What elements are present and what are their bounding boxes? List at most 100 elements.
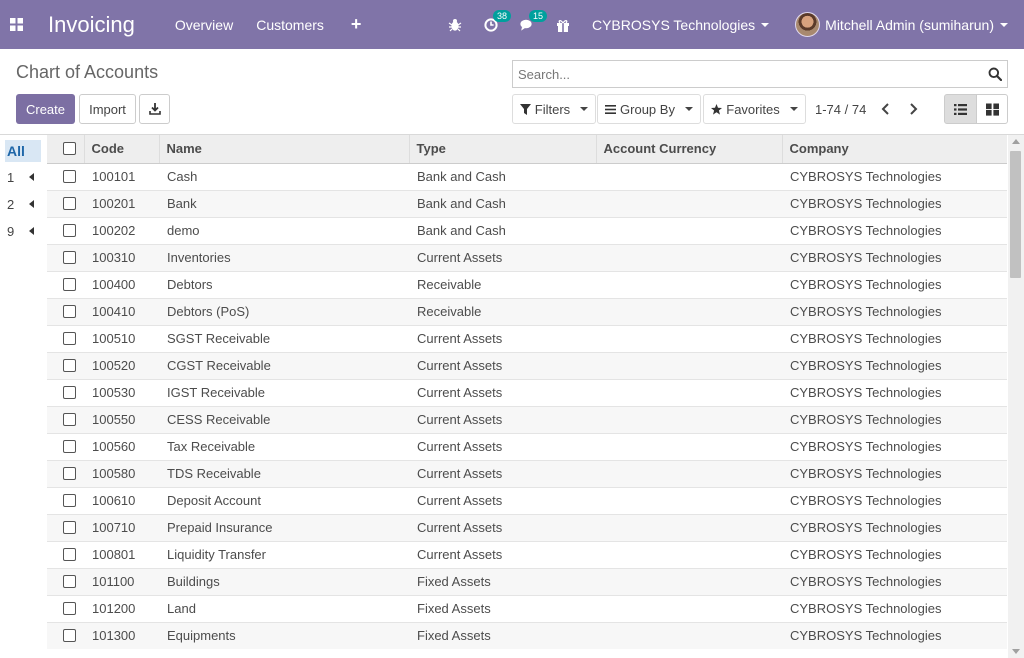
table-row[interactable]: 100610 Deposit Account Current Assets CYBRO… — [47, 486, 1007, 514]
row-checkbox[interactable] — [63, 386, 76, 399]
pager-previous-button[interactable] — [876, 99, 894, 119]
row-checkbox[interactable] — [63, 224, 76, 237]
column-header-account-currency[interactable]: Account Currency — [595, 135, 782, 164]
row-select-cell[interactable] — [47, 540, 84, 568]
menu-customers[interactable]: Customers — [256, 17, 324, 33]
row-select-cell[interactable] — [47, 189, 84, 217]
row-select-cell[interactable] — [47, 162, 84, 190]
scroll-down-arrow-icon[interactable] — [1012, 649, 1020, 654]
menu-overview[interactable]: Overview — [175, 17, 233, 33]
row-select-cell[interactable] — [47, 270, 84, 298]
row-select-cell[interactable] — [47, 216, 84, 244]
table-row[interactable]: 100520 CGST Receivable Current Assets CYBRO… — [47, 351, 1007, 379]
row-checkbox[interactable] — [63, 494, 76, 507]
table-row[interactable]: 100201 Bank Bank and Cash CYBROSYS Technolo… — [47, 189, 1007, 217]
import-button[interactable]: Import — [79, 94, 136, 124]
row-select-cell[interactable] — [47, 486, 84, 514]
kanban-view-button[interactable] — [976, 94, 1008, 124]
table-row[interactable]: 100580 TDS Receivable Current Assets CYBROS… — [47, 459, 1007, 487]
side-panel-group[interactable]: 9 — [7, 222, 35, 240]
row-select-cell[interactable] — [47, 621, 84, 649]
table-row[interactable]: 101300 Equipments Fixed Assets CYBROSYS Tec… — [47, 621, 1007, 649]
scrollbar[interactable] — [1008, 135, 1024, 658]
add-menu-plus-icon[interactable]: + — [351, 14, 362, 35]
cell-company: CYBROSYS Technologies — [782, 297, 1007, 325]
select-all-checkbox[interactable] — [63, 142, 76, 156]
filters-dropdown[interactable]: Filters — [512, 94, 596, 124]
gift-icon[interactable] — [556, 18, 570, 32]
row-select-cell[interactable] — [47, 297, 84, 325]
row-checkbox[interactable] — [63, 197, 76, 210]
table-row[interactable]: 100400 Debtors Receivable CYBROSYS Technolo… — [47, 270, 1007, 298]
row-select-cell[interactable] — [47, 243, 84, 271]
cell-account-currency — [596, 513, 782, 541]
row-checkbox[interactable] — [63, 251, 76, 264]
debug-bug-icon[interactable] — [448, 18, 462, 32]
table-row[interactable]: 100410 Debtors (PoS) Receivable CYBROSYS Te… — [47, 297, 1007, 325]
activity-clock-icon[interactable]: 38 — [484, 9, 511, 32]
pager-next-button[interactable] — [904, 99, 922, 119]
search-input[interactable] — [513, 66, 983, 82]
table-row[interactable]: 100202 demo Bank and Cash CYBROSYS Technolo… — [47, 216, 1007, 244]
column-header-code[interactable]: Code — [83, 135, 159, 164]
cell-code: 100202 — [84, 216, 159, 244]
table-row[interactable]: 100510 SGST Receivable Current Assets CYBRO… — [47, 324, 1007, 352]
column-header-company[interactable]: Company — [781, 135, 1007, 164]
side-panel-group[interactable]: 2 — [7, 195, 35, 213]
table-row[interactable]: 100310 Inventories Current Assets CYBROSYS … — [47, 243, 1007, 271]
column-header-name[interactable]: Name — [158, 135, 409, 164]
create-button[interactable]: Create — [16, 94, 75, 124]
messages-chat-icon[interactable]: 15 — [520, 9, 547, 32]
row-select-cell[interactable] — [47, 351, 84, 379]
scroll-up-arrow-icon[interactable] — [1012, 139, 1020, 144]
row-checkbox[interactable] — [63, 413, 76, 426]
row-select-cell[interactable] — [47, 513, 84, 541]
row-select-cell[interactable] — [47, 432, 84, 460]
app-name[interactable]: Invoicing — [48, 12, 135, 38]
company-switcher[interactable]: CYBROSYS Technologies — [592, 17, 770, 33]
cell-account-currency — [596, 594, 782, 622]
user-menu[interactable]: Mitchell Admin (sumiharun) — [795, 12, 1008, 37]
row-checkbox[interactable] — [63, 467, 76, 480]
cell-account-currency — [596, 486, 782, 514]
apps-menu-icon[interactable] — [0, 0, 32, 49]
select-all-header[interactable] — [47, 135, 84, 164]
row-select-cell[interactable] — [47, 324, 84, 352]
row-select-cell[interactable] — [47, 567, 84, 595]
row-select-cell[interactable] — [47, 378, 84, 406]
row-checkbox[interactable] — [63, 305, 76, 318]
scrollbar-thumb[interactable] — [1010, 151, 1021, 278]
export-download-button[interactable] — [139, 94, 170, 124]
cell-name: Cash — [159, 162, 409, 190]
row-checkbox[interactable] — [63, 548, 76, 561]
table-row[interactable]: 100550 CESS Receivable Current Assets CYBRO… — [47, 405, 1007, 433]
table-row[interactable]: 101100 Buildings Fixed Assets CYBROSYS Tech… — [47, 567, 1007, 595]
row-checkbox[interactable] — [63, 440, 76, 453]
row-checkbox[interactable] — [63, 521, 76, 534]
row-checkbox[interactable] — [63, 629, 76, 643]
cell-code: 100610 — [84, 486, 159, 514]
row-select-cell[interactable] — [47, 594, 84, 622]
favorites-dropdown[interactable]: Favorites — [703, 94, 806, 124]
side-panel-all[interactable]: All — [5, 140, 41, 162]
side-panel-group[interactable]: 1 — [7, 168, 35, 186]
group-by-dropdown[interactable]: Group By — [597, 94, 701, 124]
table-row[interactable]: 100560 Tax Receivable Current Assets CYBROS… — [47, 432, 1007, 460]
row-checkbox[interactable] — [63, 170, 76, 183]
row-select-cell[interactable] — [47, 405, 84, 433]
list-view-button[interactable] — [944, 94, 977, 124]
row-checkbox[interactable] — [63, 278, 76, 291]
row-checkbox[interactable] — [63, 359, 76, 372]
search-icon[interactable] — [983, 62, 1007, 86]
table-row[interactable]: 100801 Liquidity Transfer Current Assets CY… — [47, 540, 1007, 568]
table-row[interactable]: 100530 IGST Receivable Current Assets CYBRO… — [47, 378, 1007, 406]
column-header-type[interactable]: Type — [408, 135, 596, 164]
row-checkbox[interactable] — [63, 602, 76, 615]
table-row[interactable]: 100710 Prepaid Insurance Current Assets CYB… — [47, 513, 1007, 541]
table-row[interactable]: 101200 Land Fixed Assets CYBROSYS Technolog… — [47, 594, 1007, 622]
row-select-cell[interactable] — [47, 459, 84, 487]
pager-value[interactable]: 1-74 / 74 — [815, 102, 866, 117]
table-row[interactable]: 100101 Cash Bank and Cash CYBROSYS Technolo… — [47, 162, 1007, 190]
row-checkbox[interactable] — [63, 575, 76, 588]
row-checkbox[interactable] — [63, 332, 76, 345]
